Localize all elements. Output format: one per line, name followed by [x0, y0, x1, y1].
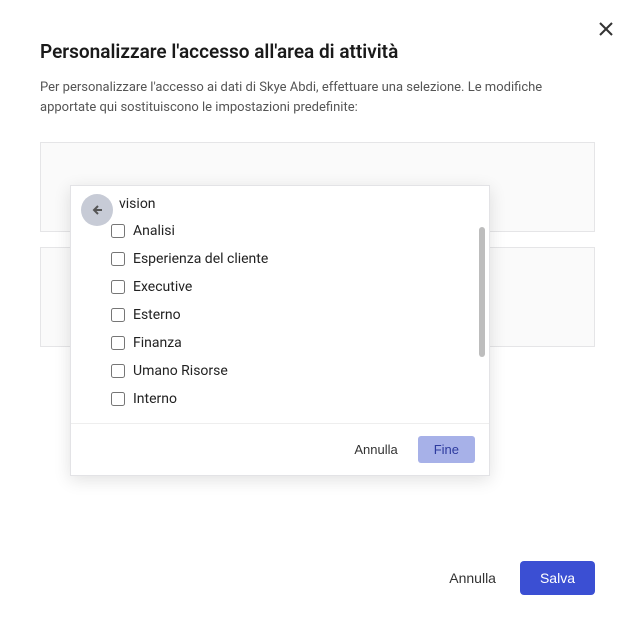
option-checkbox[interactable]	[111, 336, 125, 350]
option-label[interactable]: Finanza	[133, 335, 182, 351]
division-selector-popup: vision Analisi Esperienza del cliente Ex…	[70, 185, 490, 476]
option-label[interactable]: Umano Risorse	[133, 363, 228, 379]
modal-footer: Annulla Salva	[437, 561, 595, 595]
options-list[interactable]: Analisi Esperienza del cliente Executive…	[71, 217, 489, 423]
option-item[interactable]: Umano Risorse	[111, 357, 469, 385]
option-label[interactable]: Analisi	[133, 223, 175, 239]
option-checkbox[interactable]	[111, 392, 125, 406]
option-item[interactable]: Esperienza del cliente	[111, 245, 469, 273]
close-button[interactable]	[597, 20, 615, 38]
popup-cancel-button[interactable]: Annulla	[344, 436, 407, 463]
popup-header: vision	[71, 186, 489, 217]
customize-access-modal: Personalizzare l'accesso all'area di att…	[0, 0, 635, 625]
option-checkbox[interactable]	[111, 280, 125, 294]
option-checkbox[interactable]	[111, 224, 125, 238]
option-label[interactable]: Esperienza del cliente	[133, 251, 268, 267]
popup-title: vision	[119, 196, 156, 212]
arrow-left-icon	[91, 204, 103, 216]
option-checkbox[interactable]	[111, 252, 125, 266]
option-item[interactable]: Interno	[111, 385, 469, 413]
option-item[interactable]: Analisi	[111, 217, 469, 245]
option-checkbox[interactable]	[111, 308, 125, 322]
options-container: Analisi Esperienza del cliente Executive…	[71, 217, 489, 423]
option-checkbox[interactable]	[111, 364, 125, 378]
option-label[interactable]: Executive	[133, 279, 192, 295]
option-item[interactable]: Esterno	[111, 301, 469, 329]
option-label[interactable]: Interno	[133, 391, 177, 407]
modal-title: Personalizzare l'accesso all'area di att…	[0, 0, 635, 78]
option-label[interactable]: Esterno	[133, 307, 181, 323]
popup-done-button[interactable]: Fine	[418, 436, 475, 463]
popup-footer: Annulla Fine	[71, 423, 489, 475]
option-item[interactable]: Executive	[111, 273, 469, 301]
modal-save-button[interactable]: Salva	[520, 561, 595, 595]
option-item[interactable]: Finanza	[111, 329, 469, 357]
scrollbar[interactable]	[479, 227, 485, 357]
modal-cancel-button[interactable]: Annulla	[437, 562, 508, 594]
modal-description: Per personalizzare l'accesso ai dati di …	[0, 78, 635, 142]
close-icon	[599, 22, 613, 36]
